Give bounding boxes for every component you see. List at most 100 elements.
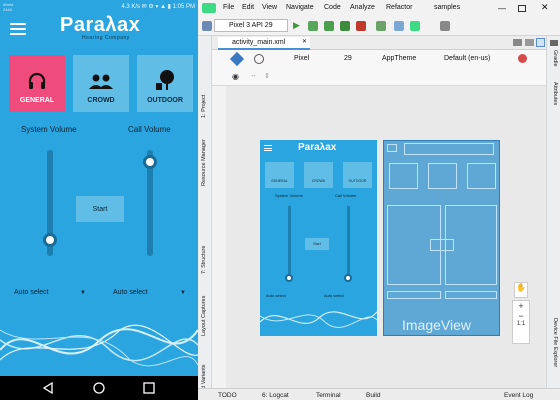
minimize-icon[interactable]: — — [498, 4, 506, 13]
eye-icon[interactable]: ◉ — [232, 72, 239, 81]
tool-logcat[interactable]: 6: Logcat — [262, 392, 289, 399]
debug-icon[interactable] — [324, 21, 334, 31]
zoom-controls: + − 1:1 — [512, 300, 530, 344]
design-view-icon[interactable] — [536, 38, 545, 47]
device-icon — [202, 21, 212, 31]
status-bar: World 2443 4.3 K/s ✉ ⚙ ▾ ▲ ▮ 1:05 PM — [0, 0, 198, 14]
stop-icon[interactable] — [356, 21, 366, 31]
preview-system-thumb — [285, 274, 293, 282]
brand-tagline: Hearing Company — [82, 35, 130, 41]
zoom-ratio-button[interactable]: 1:1 — [513, 321, 529, 327]
tool-build[interactable]: Build — [366, 392, 380, 399]
call-volume-label: Call Volume — [128, 125, 171, 134]
menu-navigate[interactable]: Navigate — [286, 4, 314, 11]
apply-changes-icon[interactable] — [308, 21, 318, 31]
blueprint-left-select — [387, 291, 441, 299]
tool-terminal[interactable]: Terminal — [316, 392, 341, 399]
blueprint-imageview-label: ImageView — [402, 317, 472, 333]
api-level-selector[interactable]: 29 — [330, 53, 362, 66]
menu-code[interactable]: Code — [324, 4, 341, 11]
left-select[interactable]: Auto select — [14, 289, 49, 296]
android-studio-window: File Edit View Navigate Code Analyze Ref… — [198, 0, 560, 400]
home-icon — [93, 382, 105, 394]
tool-layout-captures[interactable]: Layout Captures — [201, 296, 207, 336]
bottom-tool-bar: TODO 6: Logcat Terminal Build Event Log — [198, 388, 560, 400]
device-preview-selector[interactable]: Pixel — [280, 53, 320, 66]
operator-label: World 2443 — [3, 2, 14, 12]
preview-brand: Paraλax — [298, 142, 337, 153]
zoom-out-button[interactable]: − — [513, 311, 529, 321]
menu-edit[interactable]: Edit — [242, 4, 254, 11]
theme-selector[interactable]: AppTheme — [368, 53, 424, 66]
blueprint-start — [430, 239, 454, 251]
close-tab-icon[interactable]: ✕ — [302, 37, 307, 48]
tool-structure[interactable]: 7: Structure — [201, 246, 207, 274]
right-tool-strip: Gradle Attributes Device File Explorer — [546, 36, 560, 388]
system-volume-label: System Volume — [21, 125, 77, 134]
system-volume-thumb[interactable] — [43, 232, 57, 247]
menu-project-samples[interactable]: samples — [434, 4, 460, 11]
hamburger-menu-icon[interactable] — [10, 23, 26, 35]
preview-system-volume-label: System Volume — [275, 193, 303, 198]
tool-device-file-explorer[interactable]: Device File Explorer — [552, 318, 558, 367]
profile-icon[interactable] — [340, 21, 350, 31]
tool-todo[interactable]: TODO — [218, 392, 237, 399]
menu-analyze[interactable]: Analyze — [350, 4, 375, 11]
tab-label: activity_main.xml — [232, 39, 286, 46]
preview-call-slider — [347, 206, 350, 274]
menu-view[interactable]: View — [262, 4, 277, 11]
blueprint-menu — [387, 144, 397, 152]
headphones-icon — [9, 55, 65, 91]
orientation-icon[interactable] — [254, 54, 264, 64]
search-icon[interactable] — [440, 21, 450, 31]
tool-gradle[interactable]: Gradle — [552, 50, 558, 67]
warning-icon[interactable] — [518, 54, 527, 63]
mode-crowd-button[interactable]: CROWD — [73, 55, 129, 112]
right-select-caret-icon[interactable]: ▼ — [180, 290, 186, 296]
menu-refactor[interactable]: Refactor — [386, 4, 412, 11]
menu-bar: File Edit View Navigate Code Analyze Ref… — [198, 0, 560, 16]
app-logo: Paraλax Hearing Company — [60, 14, 170, 41]
back-icon — [42, 381, 53, 395]
sound-wave-graphic — [0, 324, 198, 367]
left-select-caret-icon[interactable]: ▼ — [80, 290, 86, 296]
device-selector[interactable]: Pixel 3 API 29 — [214, 19, 288, 32]
preview-mode-outdoor: OUTDOOR — [343, 162, 372, 188]
blueprint-preview[interactable]: ImageView — [383, 140, 500, 336]
tool-project[interactable]: 1: Project — [201, 95, 207, 118]
phone-screen: World 2443 4.3 K/s ✉ ⚙ ▾ ▲ ▮ 1:05 PM Par… — [0, 0, 198, 400]
margin-icon[interactable]: ↔ — [250, 72, 257, 79]
tool-attributes[interactable]: Attributes — [552, 82, 558, 105]
pan-hand-icon[interactable]: ✋ — [514, 282, 528, 298]
sdk-manager-icon[interactable] — [410, 21, 420, 31]
split-view-icon[interactable] — [525, 39, 534, 46]
locale-selector[interactable]: Default (en-us) — [430, 53, 510, 66]
mode-crowd-label: CROWD — [87, 97, 115, 104]
mode-general-label: GENERAL — [19, 97, 55, 104]
brand-title: Paraλax — [60, 14, 141, 36]
mode-general-button[interactable]: GENERAL — [9, 55, 65, 112]
close-icon[interactable]: ✕ — [541, 2, 549, 13]
code-view-icon[interactable] — [513, 39, 522, 46]
design-preview-phone[interactable]: Paraλax GENERAL CROWD OUTDOOR System Vol… — [260, 140, 377, 336]
mode-outdoor-button[interactable]: OUTDOOR — [137, 55, 193, 112]
preview-mode-crowd: CROWD — [304, 162, 333, 188]
tool-resource-manager[interactable]: Resource Manager — [201, 139, 207, 186]
editor-tab-row: activity_main.xml ✕ — [212, 36, 546, 50]
right-select[interactable]: Auto select — [113, 289, 148, 296]
layers-icon[interactable] — [229, 51, 245, 67]
menu-file[interactable]: File — [223, 4, 234, 11]
sync-icon[interactable] — [376, 21, 386, 31]
call-volume-thumb[interactable] — [143, 154, 157, 169]
avd-manager-icon[interactable] — [394, 21, 404, 31]
settings-panel-icon[interactable] — [550, 40, 558, 46]
constraints-icon[interactable]: ⇕ — [264, 72, 270, 80]
tab-activity-main[interactable]: activity_main.xml ✕ — [218, 37, 310, 50]
preview-call-thumb — [344, 274, 352, 282]
blueprint-mode-1 — [389, 163, 418, 189]
maximize-icon[interactable] — [518, 5, 526, 12]
start-button[interactable]: Start — [76, 196, 124, 222]
zoom-in-button[interactable]: + — [513, 301, 529, 311]
run-icon[interactable]: ▶ — [293, 20, 300, 31]
tool-event-log[interactable]: Event Log — [504, 392, 533, 399]
